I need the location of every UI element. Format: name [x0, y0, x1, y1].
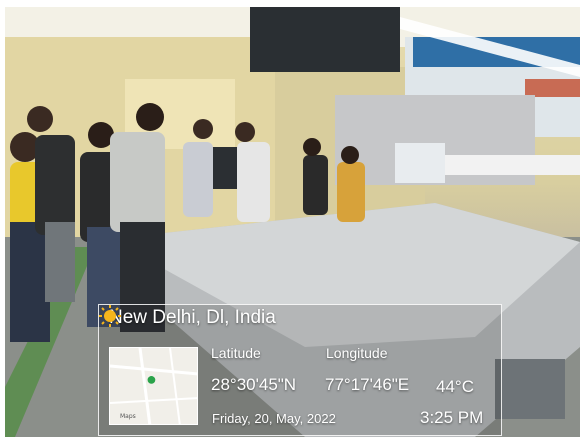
longitude-value: 77°17'46"E — [325, 375, 410, 394]
machine-motor — [495, 359, 565, 419]
sun-icon — [99, 305, 121, 327]
hanging-screen — [250, 7, 400, 72]
date-value: Friday, 20, May, 2022 — [212, 411, 336, 426]
location-title: New Delhi, Dl, India — [109, 307, 276, 328]
ceiling-red-panel — [525, 79, 580, 97]
latitude-label: Latitude — [211, 345, 261, 361]
screenshot-frame: New Delhi, Dl, India ● Maps Latitude Lon… — [0, 0, 585, 441]
map-thumbnail: ● Maps — [109, 347, 198, 425]
cutter-head — [395, 143, 445, 183]
map-attribution: Maps — [120, 413, 136, 420]
cutter-gantry — [445, 155, 580, 175]
temperature-value: 44°C — [436, 377, 474, 396]
scene-photo: New Delhi, Dl, India ● Maps Latitude Lon… — [5, 7, 580, 437]
geotag-overlay: New Delhi, Dl, India ● Maps Latitude Lon… — [98, 304, 502, 436]
map-pin-icon: ● — [146, 369, 157, 389]
time-value: 3:25 PM — [420, 408, 484, 427]
longitude-label: Longitude — [326, 345, 388, 361]
latitude-value: 28°30'45"N — [211, 375, 297, 394]
